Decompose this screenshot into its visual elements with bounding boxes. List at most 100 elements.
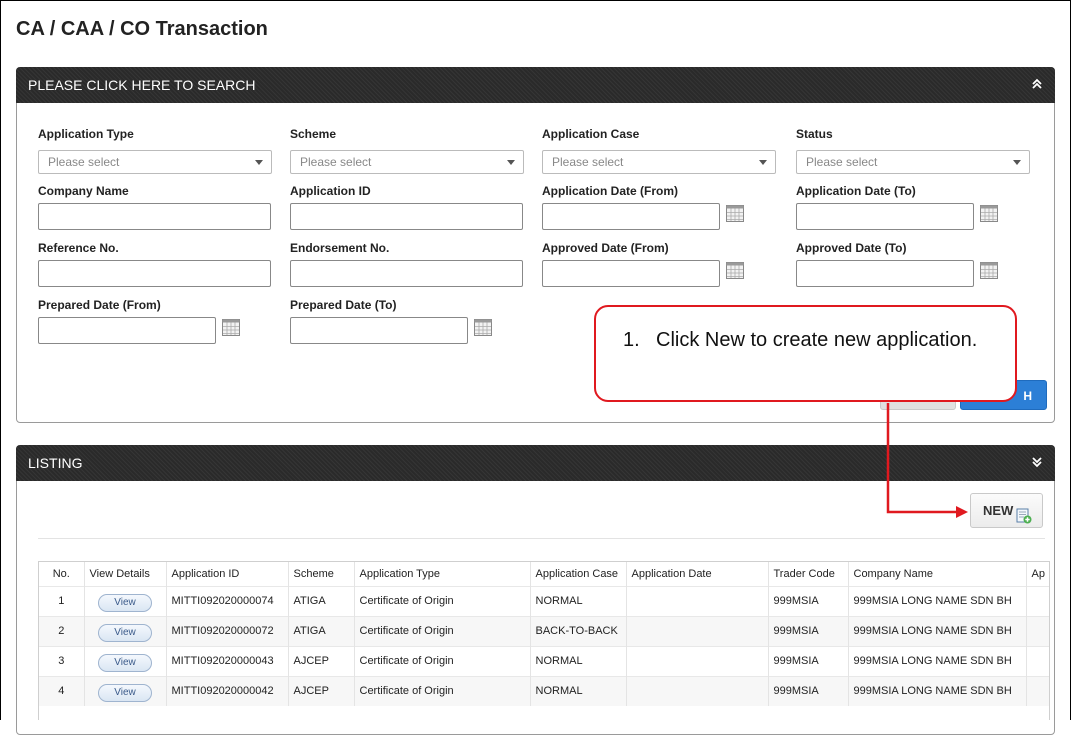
cell-no: 4: [39, 675, 85, 706]
cell-application-type: Certificate of Origin: [354, 645, 531, 676]
table-row[interactable]: 3 View MITTI092020000043 AJCEP Certifica…: [39, 645, 1049, 676]
double-chevron-down-icon[interactable]: [1031, 445, 1043, 468]
new-button-label: NEW: [983, 503, 1014, 518]
application-date-from-input[interactable]: [542, 203, 720, 230]
view-button[interactable]: View: [98, 594, 152, 612]
cell-application-date: [626, 585, 769, 616]
cell-application-date: [626, 645, 769, 676]
cell-view-details: View: [84, 615, 167, 646]
cell-company-name: 999MSIA LONG NAME SDN BH: [848, 615, 1027, 646]
cell-application-id: MITTI092020000043: [166, 645, 289, 676]
prepared-date-to-label: Prepared Date (To): [290, 298, 397, 312]
search-button-label: H: [1023, 389, 1032, 403]
scheme-label: Scheme: [290, 127, 337, 141]
application-type-select[interactable]: Please select: [38, 150, 272, 174]
cell-ap: [1026, 675, 1049, 706]
listing-table: No. View Details Application ID Scheme A…: [38, 561, 1050, 720]
reference-no-label: Reference No.: [38, 241, 119, 255]
column-header-application-case[interactable]: Application Case: [530, 562, 627, 586]
approved-date-to-label: Approved Date (To): [796, 241, 907, 255]
calendar-icon[interactable]: [980, 262, 998, 279]
cell-no: 1: [39, 585, 85, 616]
column-header-trader-code[interactable]: Trader Code: [768, 562, 849, 586]
cell-application-date: [626, 675, 769, 706]
status-label: Status: [796, 127, 833, 141]
calendar-icon[interactable]: [222, 319, 240, 336]
cell-trader-code: 999MSIA: [768, 585, 849, 616]
calendar-icon[interactable]: [980, 205, 998, 222]
cell-ap: [1026, 645, 1049, 676]
cell-company-name: 999MSIA LONG NAME SDN BH: [848, 585, 1027, 616]
cell-trader-code: 999MSIA: [768, 645, 849, 676]
callout-text: Click New to create new application.: [656, 329, 978, 351]
cell-application-date: [626, 615, 769, 646]
cell-application-case: NORMAL: [530, 645, 627, 676]
cell-application-id: MITTI092020000074: [166, 585, 289, 616]
column-header-application-id[interactable]: Application ID: [166, 562, 289, 586]
cell-application-type: Certificate of Origin: [354, 615, 531, 646]
double-chevron-up-icon[interactable]: [1031, 67, 1043, 90]
search-panel-header[interactable]: PLEASE CLICK HERE TO SEARCH: [16, 67, 1055, 103]
cell-view-details: View: [84, 645, 167, 676]
prepared-date-from-input[interactable]: [38, 317, 216, 344]
cell-ap: [1026, 615, 1049, 646]
status-select[interactable]: Please select: [796, 150, 1030, 174]
scheme-placeholder: Please select: [300, 155, 372, 169]
company-name-input[interactable]: [38, 203, 271, 230]
new-button[interactable]: NEW: [970, 493, 1043, 528]
cell-trader-code: 999MSIA: [768, 675, 849, 706]
cell-scheme: AJCEP: [288, 675, 355, 706]
table-row[interactable]: 2 View MITTI092020000072 ATIGA Certifica…: [39, 615, 1049, 646]
endorsement-no-label: Endorsement No.: [290, 241, 390, 255]
application-date-from-label: Application Date (From): [542, 184, 679, 198]
endorsement-no-input[interactable]: [290, 260, 523, 287]
column-header-application-type[interactable]: Application Type: [354, 562, 531, 586]
cell-trader-code: 999MSIA: [768, 615, 849, 646]
prepared-date-to-input[interactable]: [290, 317, 468, 344]
cell-company-name: 999MSIA LONG NAME SDN BH: [848, 675, 1027, 706]
view-button[interactable]: View: [98, 684, 152, 703]
column-header-view-details[interactable]: View Details: [84, 562, 167, 586]
cell-application-id: MITTI092020000042: [166, 675, 289, 706]
calendar-icon[interactable]: [726, 205, 744, 222]
listing-divider: [38, 538, 1045, 539]
application-id-label: Application ID: [290, 184, 371, 198]
cell-application-type: Certificate of Origin: [354, 675, 531, 706]
cell-scheme: ATIGA: [288, 615, 355, 646]
cell-scheme: AJCEP: [288, 645, 355, 676]
application-type-placeholder: Please select: [48, 155, 120, 169]
page-title: CA / CAA / CO Transaction: [16, 18, 268, 40]
approved-date-from-input[interactable]: [542, 260, 720, 287]
cell-company-name: 999MSIA LONG NAME SDN BH: [848, 645, 1027, 676]
application-case-label: Application Case: [542, 127, 640, 141]
company-name-label: Company Name: [38, 184, 129, 198]
scheme-select[interactable]: Please select: [290, 150, 524, 174]
calendar-icon[interactable]: [726, 262, 744, 279]
column-header-no[interactable]: No.: [39, 562, 85, 586]
listing-panel-header[interactable]: LISTING: [16, 445, 1055, 481]
chevron-down-icon: [759, 160, 767, 165]
cell-application-case: NORMAL: [530, 585, 627, 616]
column-header-scheme[interactable]: Scheme: [288, 562, 355, 586]
add-document-icon: [1016, 503, 1032, 536]
application-case-placeholder: Please select: [552, 155, 624, 169]
calendar-icon[interactable]: [474, 319, 492, 336]
approved-date-to-input[interactable]: [796, 260, 974, 287]
application-case-select[interactable]: Please select: [542, 150, 776, 174]
cell-view-details: View: [84, 585, 167, 616]
cell-application-id: MITTI092020000072: [166, 615, 289, 646]
reference-no-input[interactable]: [38, 260, 271, 287]
application-id-input[interactable]: [290, 203, 523, 230]
table-row[interactable]: 4 View MITTI092020000042 AJCEP Certifica…: [39, 675, 1049, 706]
column-header-ap[interactable]: Ap: [1026, 562, 1049, 586]
callout-number: 1.: [623, 329, 640, 351]
column-header-company-name[interactable]: Company Name: [848, 562, 1027, 586]
application-date-to-input[interactable]: [796, 203, 974, 230]
cell-no: 2: [39, 615, 85, 646]
view-button[interactable]: View: [98, 654, 152, 672]
chevron-down-icon: [1013, 160, 1021, 165]
table-row[interactable]: 1 View MITTI092020000074 ATIGA Certifica…: [39, 585, 1049, 616]
cell-application-case: BACK-TO-BACK: [530, 615, 627, 646]
view-button[interactable]: View: [98, 624, 152, 642]
column-header-application-date[interactable]: Application Date: [626, 562, 769, 586]
